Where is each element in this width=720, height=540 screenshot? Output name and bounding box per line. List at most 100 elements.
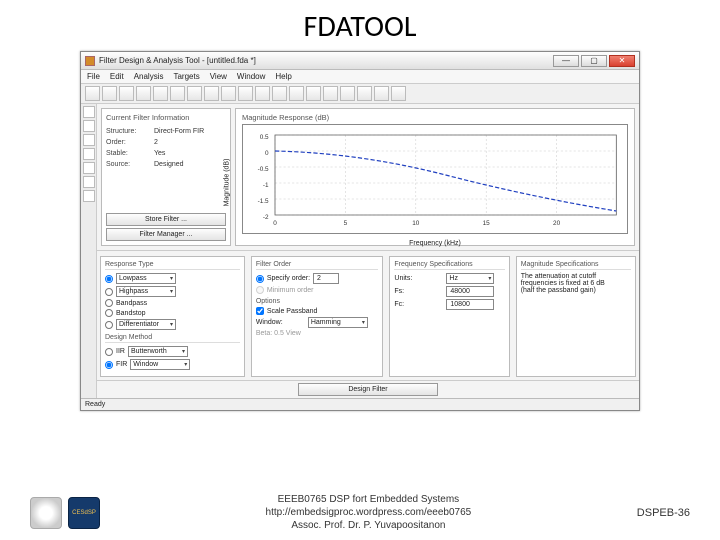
status-bar: Ready (81, 398, 639, 410)
scale-passband-check[interactable] (256, 307, 264, 315)
beta-row: Beta: 0.5 View (256, 330, 379, 337)
order-input[interactable]: 2 (313, 273, 339, 284)
scale-passband-label: Scale Passband (267, 308, 318, 315)
fir-dropdown[interactable]: Window (130, 359, 190, 370)
svg-text:10: 10 (412, 220, 420, 227)
mag-spec-panel: Magnitude Specifications The attenuation… (516, 256, 636, 377)
menu-targets[interactable]: Targets (173, 72, 199, 81)
university-logo-icon (30, 497, 62, 529)
magnitude-plot-panel: Magnitude Response (dB) (235, 108, 635, 246)
filter-manager-button[interactable]: Filter Manager ... (106, 228, 226, 241)
iir-dropdown[interactable]: Butterworth (128, 346, 188, 357)
menubar: File Edit Analysis Targets View Window H… (81, 70, 639, 84)
footer-line2: http://embedsigproc.wordpress.com/eeeb07… (100, 506, 637, 519)
menu-analysis[interactable]: Analysis (134, 72, 164, 81)
slide-title: FDATOOL (0, 0, 720, 49)
store-filter-button[interactable]: Store Filter ... (106, 213, 226, 226)
highpass-radio[interactable] (105, 288, 113, 296)
toolbar-open-icon[interactable] (102, 86, 117, 101)
toolbar-coef-icon[interactable] (289, 86, 304, 101)
menu-file[interactable]: File (87, 72, 100, 81)
menu-window[interactable]: Window (237, 72, 265, 81)
footer-line1: EEEB0765 DSP fort Embedded Systems (100, 493, 637, 506)
mag-spec-header: Magnitude Specifications (521, 261, 631, 270)
toolbar-extra2-icon[interactable] (391, 86, 406, 101)
specify-order-label: Specify order: (267, 275, 310, 282)
window-dropdown[interactable]: Hamming (308, 317, 368, 328)
close-button[interactable]: ✕ (609, 55, 635, 67)
toolbar-print-icon[interactable] (136, 86, 151, 101)
toolbar-mag-icon[interactable] (204, 86, 219, 101)
strip-btn-4[interactable] (83, 148, 95, 160)
side-strip (81, 104, 97, 398)
strip-btn-7[interactable] (83, 190, 95, 202)
footer-line3: Assoc. Prof. Dr. P. Yuvapoositanon (100, 519, 637, 532)
filter-info-panel: Current Filter Information Structure:Dir… (101, 108, 231, 246)
toolbar-info-icon[interactable] (306, 86, 321, 101)
iir-label: IIR (116, 348, 125, 355)
strip-btn-3[interactable] (83, 134, 95, 146)
info-structure-value: Direct-Form FIR (154, 126, 204, 137)
titlebar: Filter Design & Analysis Tool - [untitle… (81, 52, 639, 70)
toolbar-pan-icon[interactable] (187, 86, 202, 101)
iir-radio[interactable] (105, 348, 113, 356)
toolbar-phase-icon[interactable] (221, 86, 236, 101)
svg-text:-2: -2 (263, 214, 269, 221)
fir-radio[interactable] (105, 361, 113, 369)
minimize-button[interactable]: — (553, 55, 579, 67)
menu-help[interactable]: Help (275, 72, 291, 81)
fs-label: Fs: (394, 288, 442, 295)
toolbar-help-icon[interactable] (357, 86, 372, 101)
bandpass-radio[interactable] (105, 299, 113, 307)
toolbar-extra1-icon[interactable] (374, 86, 389, 101)
bandstop-radio[interactable] (105, 309, 113, 317)
toolbar-realize-icon[interactable] (340, 86, 355, 101)
maximize-button[interactable]: ▢ (581, 55, 607, 67)
filter-order-header: Filter Order (256, 261, 379, 270)
fs-input[interactable]: 48000 (446, 286, 494, 297)
toolbar-impulse-icon[interactable] (238, 86, 253, 101)
fc-input[interactable]: 10800 (446, 299, 494, 310)
info-stable-label: Stable: (106, 148, 154, 159)
mag-spec-line2: frequencies is fixed at 6 dB (521, 280, 631, 287)
svg-text:-0.5: -0.5 (258, 166, 270, 173)
svg-text:0: 0 (273, 220, 277, 227)
mag-spec-line1: The attenuation at cutoff (521, 273, 631, 280)
min-order-label: Minimum order (267, 287, 314, 294)
toolbar-step-icon[interactable] (255, 86, 270, 101)
strip-btn-2[interactable] (83, 120, 95, 132)
toolbar-zoomin-icon[interactable] (153, 86, 168, 101)
toolbar-new-icon[interactable] (85, 86, 100, 101)
fdatool-window: Filter Design & Analysis Tool - [untitle… (80, 51, 640, 411)
svg-text:-1: -1 (263, 182, 269, 189)
mag-spec-line3: (half the passband gain) (521, 287, 631, 294)
units-dropdown[interactable]: Hz (446, 273, 494, 284)
specify-order-radio[interactable] (256, 275, 264, 283)
diff-radio[interactable] (105, 321, 113, 329)
fir-label: FIR (116, 361, 127, 368)
toolbar-spec-icon[interactable] (323, 86, 338, 101)
lowpass-radio[interactable] (105, 275, 113, 283)
info-source-value: Designed (154, 159, 184, 170)
window-label: Window: (256, 319, 304, 326)
diff-dropdown[interactable]: Differentiator (116, 319, 176, 330)
svg-text:20: 20 (553, 220, 561, 227)
highpass-dropdown[interactable]: Highpass (116, 286, 176, 297)
freq-spec-header: Frequency Specifications (394, 261, 504, 270)
svg-text:0: 0 (265, 150, 269, 157)
toolbar-save-icon[interactable] (119, 86, 134, 101)
strip-btn-6[interactable] (83, 176, 95, 188)
plot-area[interactable]: 0.5 0 -0.5 -1 -1.5 -2 0 5 10 15 20 (242, 124, 628, 234)
cesdsp-logo-icon: CESdSP (68, 497, 100, 529)
response-type-panel: Response Type Lowpass Highpass Bandpass … (100, 256, 245, 377)
design-filter-button[interactable]: Design Filter (298, 383, 438, 396)
menu-view[interactable]: View (210, 72, 227, 81)
min-order-radio (256, 286, 264, 294)
plot-ylabel: Magnitude (dB) (224, 159, 231, 207)
strip-btn-5[interactable] (83, 162, 95, 174)
lowpass-dropdown[interactable]: Lowpass (116, 273, 176, 284)
toolbar-zoomout-icon[interactable] (170, 86, 185, 101)
menu-edit[interactable]: Edit (110, 72, 124, 81)
toolbar-pz-icon[interactable] (272, 86, 287, 101)
strip-btn-1[interactable] (83, 106, 95, 118)
